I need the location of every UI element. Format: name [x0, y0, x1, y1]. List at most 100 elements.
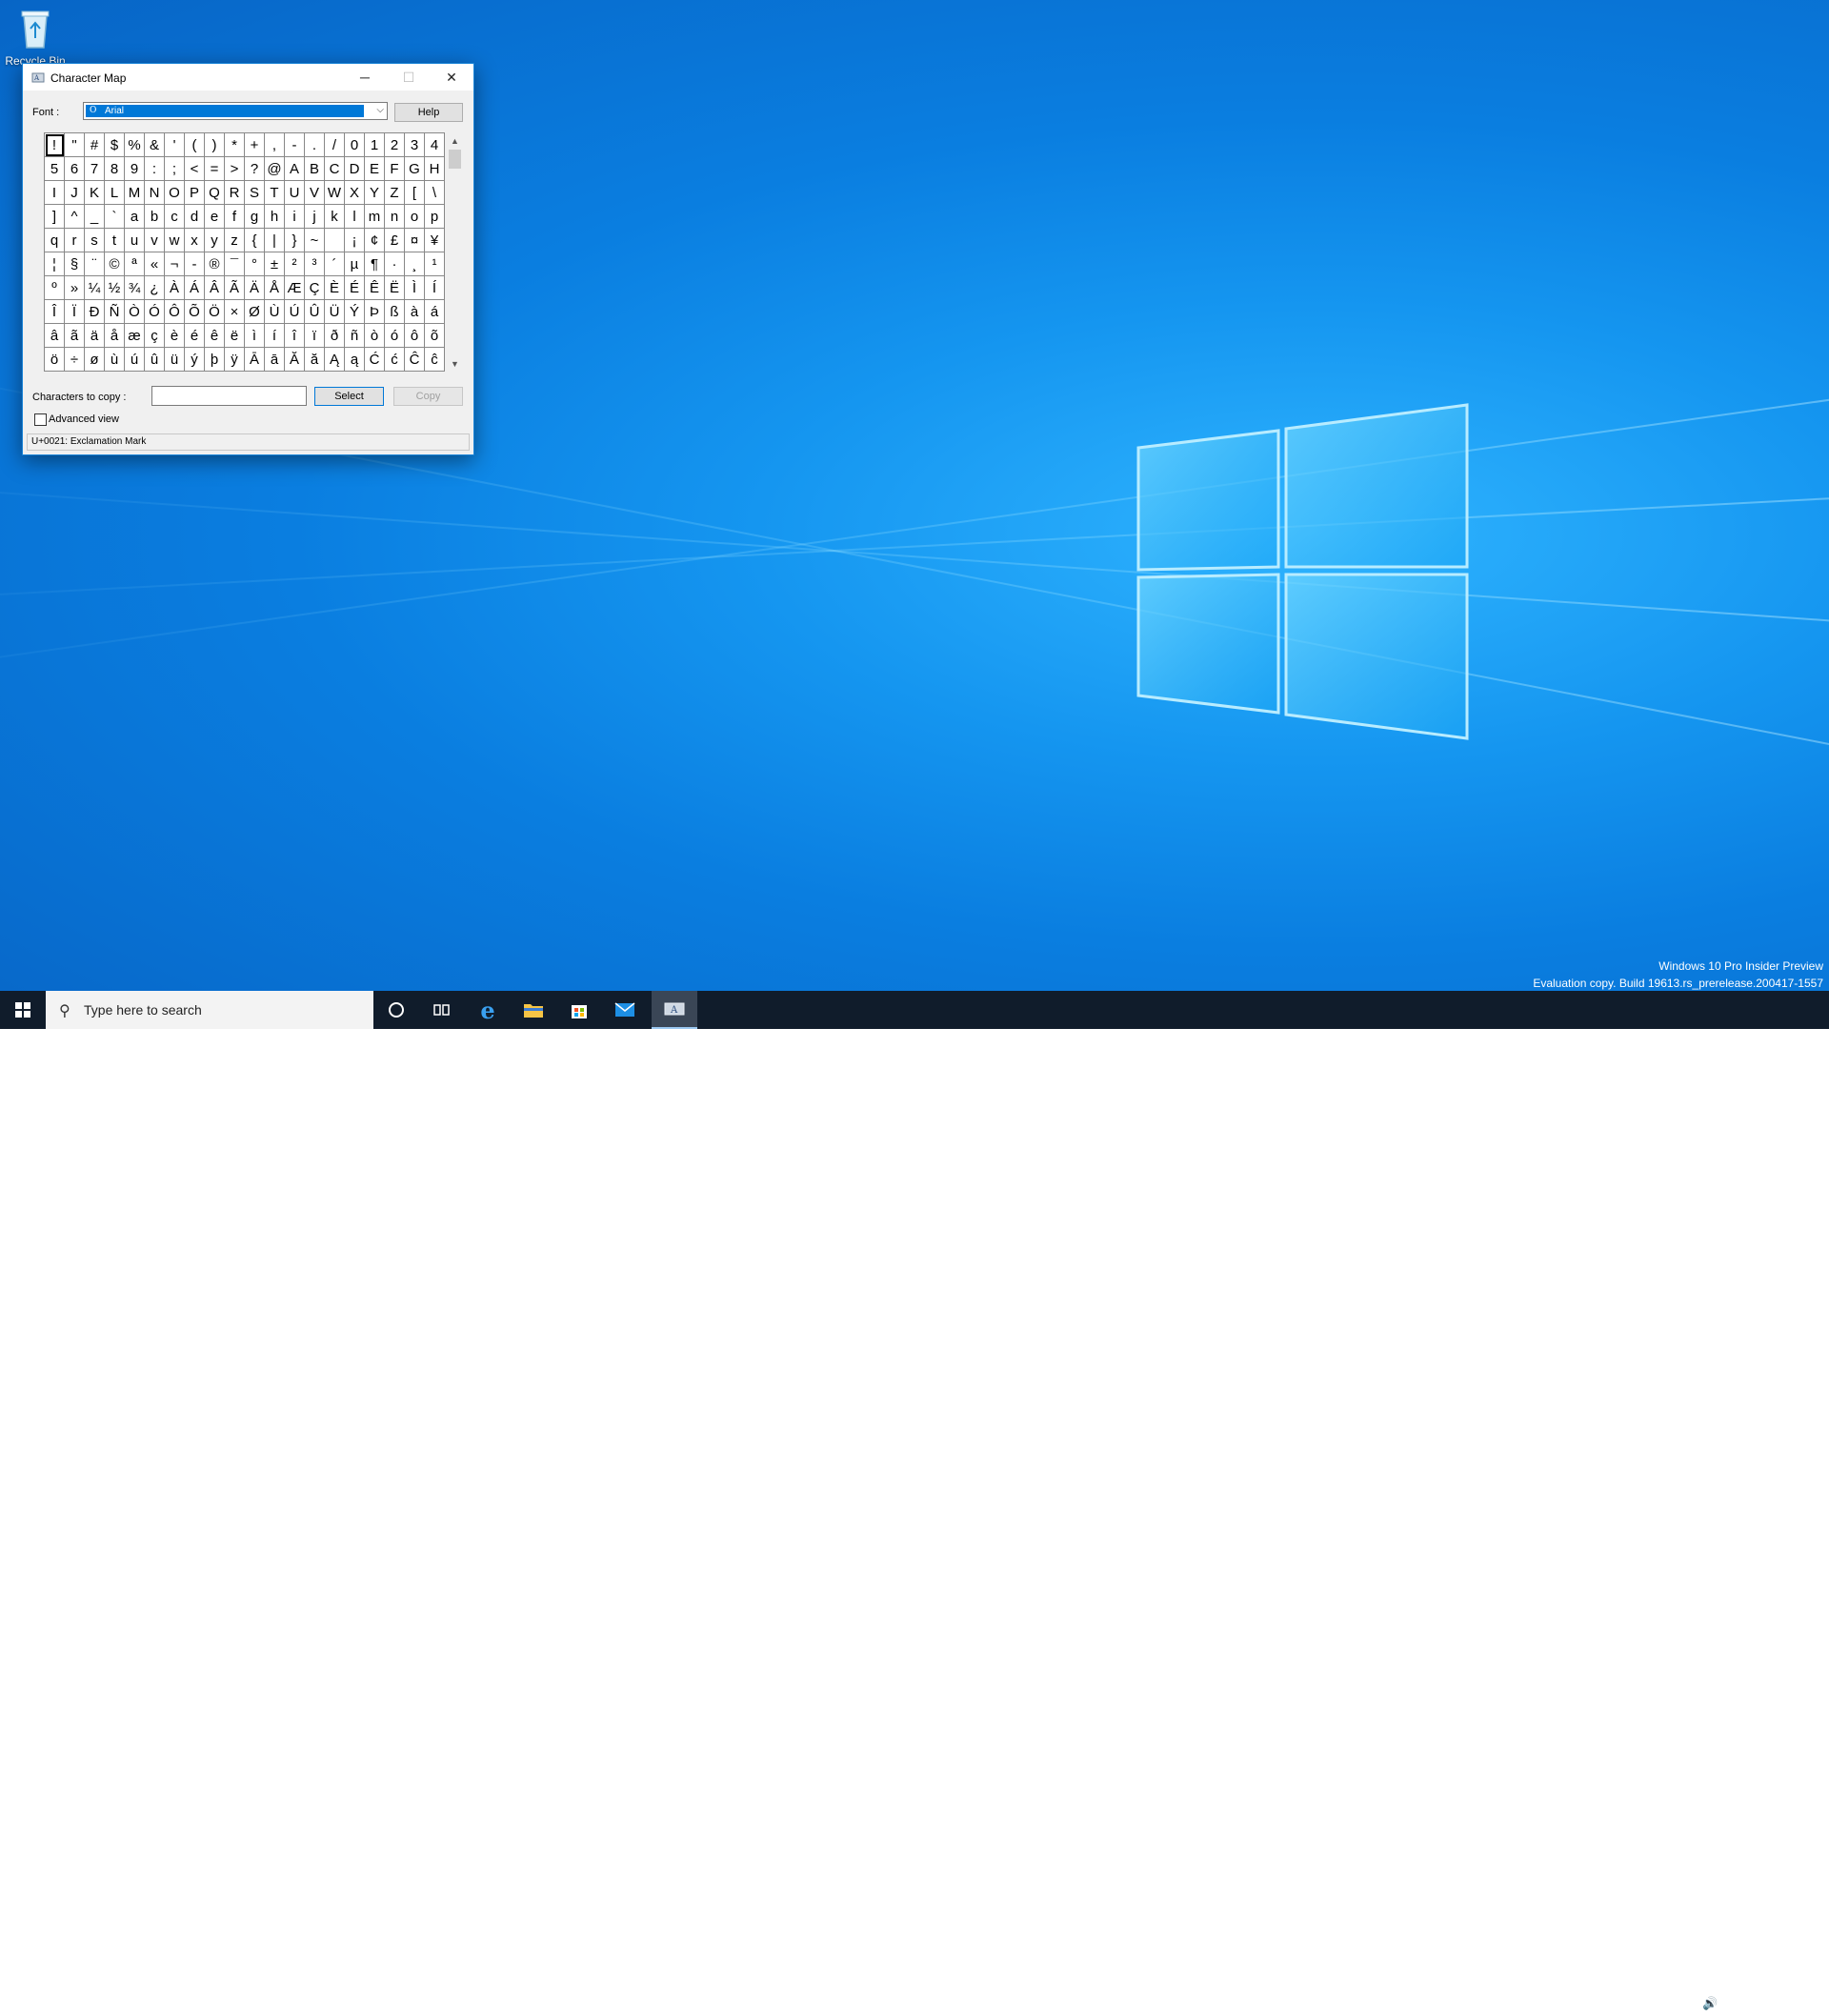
char-cell[interactable]: ç	[145, 324, 165, 348]
char-cell[interactable]: â	[45, 324, 65, 348]
char-cell[interactable]: ¨	[85, 252, 105, 276]
char-cell[interactable]: +	[245, 133, 265, 157]
char-cell[interactable]: Ä	[245, 276, 265, 300]
char-cell[interactable]: n	[385, 205, 405, 229]
char-cell[interactable]: Ć	[365, 348, 385, 372]
char-cell[interactable]: <	[185, 157, 205, 181]
char-cell[interactable]: Ą	[325, 348, 345, 372]
char-cell[interactable]: ą	[345, 348, 365, 372]
char-cell[interactable]: A	[285, 157, 305, 181]
char-cell[interactable]: "	[65, 133, 85, 157]
char-cell[interactable]: Ï	[65, 300, 85, 324]
char-cell[interactable]: ]	[45, 205, 65, 229]
char-cell[interactable]: Ó	[145, 300, 165, 324]
char-cell[interactable]: x	[185, 229, 205, 252]
char-cell[interactable]: k	[325, 205, 345, 229]
char-cell[interactable]: V	[305, 181, 325, 205]
char-cell[interactable]: _	[85, 205, 105, 229]
char-cell[interactable]: Ă	[285, 348, 305, 372]
minimize-button[interactable]: ─	[343, 64, 387, 91]
char-cell[interactable]: ©	[105, 252, 125, 276]
char-cell[interactable]: *	[225, 133, 245, 157]
start-button[interactable]	[0, 991, 46, 1029]
char-cell[interactable]: ¹	[425, 252, 445, 276]
char-cell[interactable]: }	[285, 229, 305, 252]
char-cell[interactable]: À	[165, 276, 185, 300]
char-cell[interactable]: l	[345, 205, 365, 229]
char-cell[interactable]: î	[285, 324, 305, 348]
char-cell[interactable]: Ĉ	[405, 348, 425, 372]
edge-taskbar-button[interactable]: e	[465, 991, 511, 1029]
char-cell[interactable]: I	[45, 181, 65, 205]
char-cell[interactable]: D	[345, 157, 365, 181]
char-cell[interactable]: |	[265, 229, 285, 252]
char-cell[interactable]: °	[245, 252, 265, 276]
show-hidden-icons-icon[interactable]: ︿	[1625, 1996, 1638, 2010]
char-cell[interactable]: º	[45, 276, 65, 300]
char-cell[interactable]: u	[125, 229, 145, 252]
char-cell[interactable]: ê	[205, 324, 225, 348]
char-cell[interactable]: ý	[185, 348, 205, 372]
character-map-window[interactable]: A Character Map ─ ☐ ✕ Font : Arial O ⌵ H…	[22, 63, 474, 455]
char-cell[interactable]: y	[205, 229, 225, 252]
char-cell[interactable]: ¥	[425, 229, 445, 252]
char-cell[interactable]: %	[125, 133, 145, 157]
char-cell[interactable]: T	[265, 181, 285, 205]
char-cell[interactable]: ×	[225, 300, 245, 324]
help-button[interactable]: Help	[394, 103, 463, 122]
char-cell[interactable]: Ö	[205, 300, 225, 324]
close-button[interactable]: ✕	[430, 64, 473, 91]
copy-button[interactable]: Copy	[393, 387, 463, 406]
char-cell[interactable]: O	[165, 181, 185, 205]
char-cell[interactable]: û	[145, 348, 165, 372]
char-cell[interactable]: ?	[245, 157, 265, 181]
char-cell[interactable]: F	[385, 157, 405, 181]
char-cell[interactable]: ë	[225, 324, 245, 348]
char-cell[interactable]: ¬	[165, 252, 185, 276]
char-cell[interactable]: Ù	[265, 300, 285, 324]
char-cell[interactable]: C	[325, 157, 345, 181]
char-cell[interactable]: ¯	[225, 252, 245, 276]
char-cell[interactable]: ü	[165, 348, 185, 372]
char-cell[interactable]: e	[205, 205, 225, 229]
char-cell[interactable]: ù	[105, 348, 125, 372]
task-view-button[interactable]	[419, 991, 465, 1029]
char-cell[interactable]: ²	[285, 252, 305, 276]
character-grid[interactable]: ! " # $% & '() * +, -./0 1 2 3 4 5 6 7 8 9:; < = >? @ A B C D E F G H…	[44, 132, 445, 372]
char-cell[interactable]: L	[105, 181, 125, 205]
char-cell[interactable]: é	[185, 324, 205, 348]
char-cell[interactable]: ì	[245, 324, 265, 348]
char-cell[interactable]: a	[125, 205, 145, 229]
network-icon[interactable]: 🖧	[1676, 1996, 1690, 2010]
char-cell[interactable]: Ç	[305, 276, 325, 300]
char-cell[interactable]: Á	[185, 276, 205, 300]
char-cell[interactable]: ±	[265, 252, 285, 276]
char-cell[interactable]: ÿ	[225, 348, 245, 372]
title-bar[interactable]: A Character Map ─ ☐ ✕	[23, 64, 473, 91]
char-cell[interactable]: Ô	[165, 300, 185, 324]
char-cell[interactable]: Â	[205, 276, 225, 300]
char-cell[interactable]: í	[265, 324, 285, 348]
char-cell[interactable]: ö	[45, 348, 65, 372]
char-cell[interactable]: =	[205, 157, 225, 181]
char-cell[interactable]: å	[105, 324, 125, 348]
char-cell[interactable]: 5	[45, 157, 65, 181]
action-center-icon[interactable]: 🗨	[1786, 1991, 1805, 2010]
char-cell[interactable]: -	[185, 252, 205, 276]
char-cell[interactable]: Ø	[245, 300, 265, 324]
char-cell[interactable]: ·	[385, 252, 405, 276]
char-cell[interactable]: Ë	[385, 276, 405, 300]
char-cell[interactable]: ¤	[405, 229, 425, 252]
char-cell[interactable]: ø	[85, 348, 105, 372]
char-cell[interactable]: Ò	[125, 300, 145, 324]
char-cell[interactable]: ó	[385, 324, 405, 348]
char-cell[interactable]: 0	[345, 133, 365, 157]
char-cell[interactable]: ã	[65, 324, 85, 348]
char-cell[interactable]: ô	[405, 324, 425, 348]
char-cell[interactable]: t	[105, 229, 125, 252]
char-cell[interactable]: /	[325, 133, 345, 157]
char-cell[interactable]: ¡	[345, 229, 365, 252]
char-cell[interactable]: v	[145, 229, 165, 252]
char-cell[interactable]: ò	[365, 324, 385, 348]
char-cell[interactable]: Þ	[365, 300, 385, 324]
